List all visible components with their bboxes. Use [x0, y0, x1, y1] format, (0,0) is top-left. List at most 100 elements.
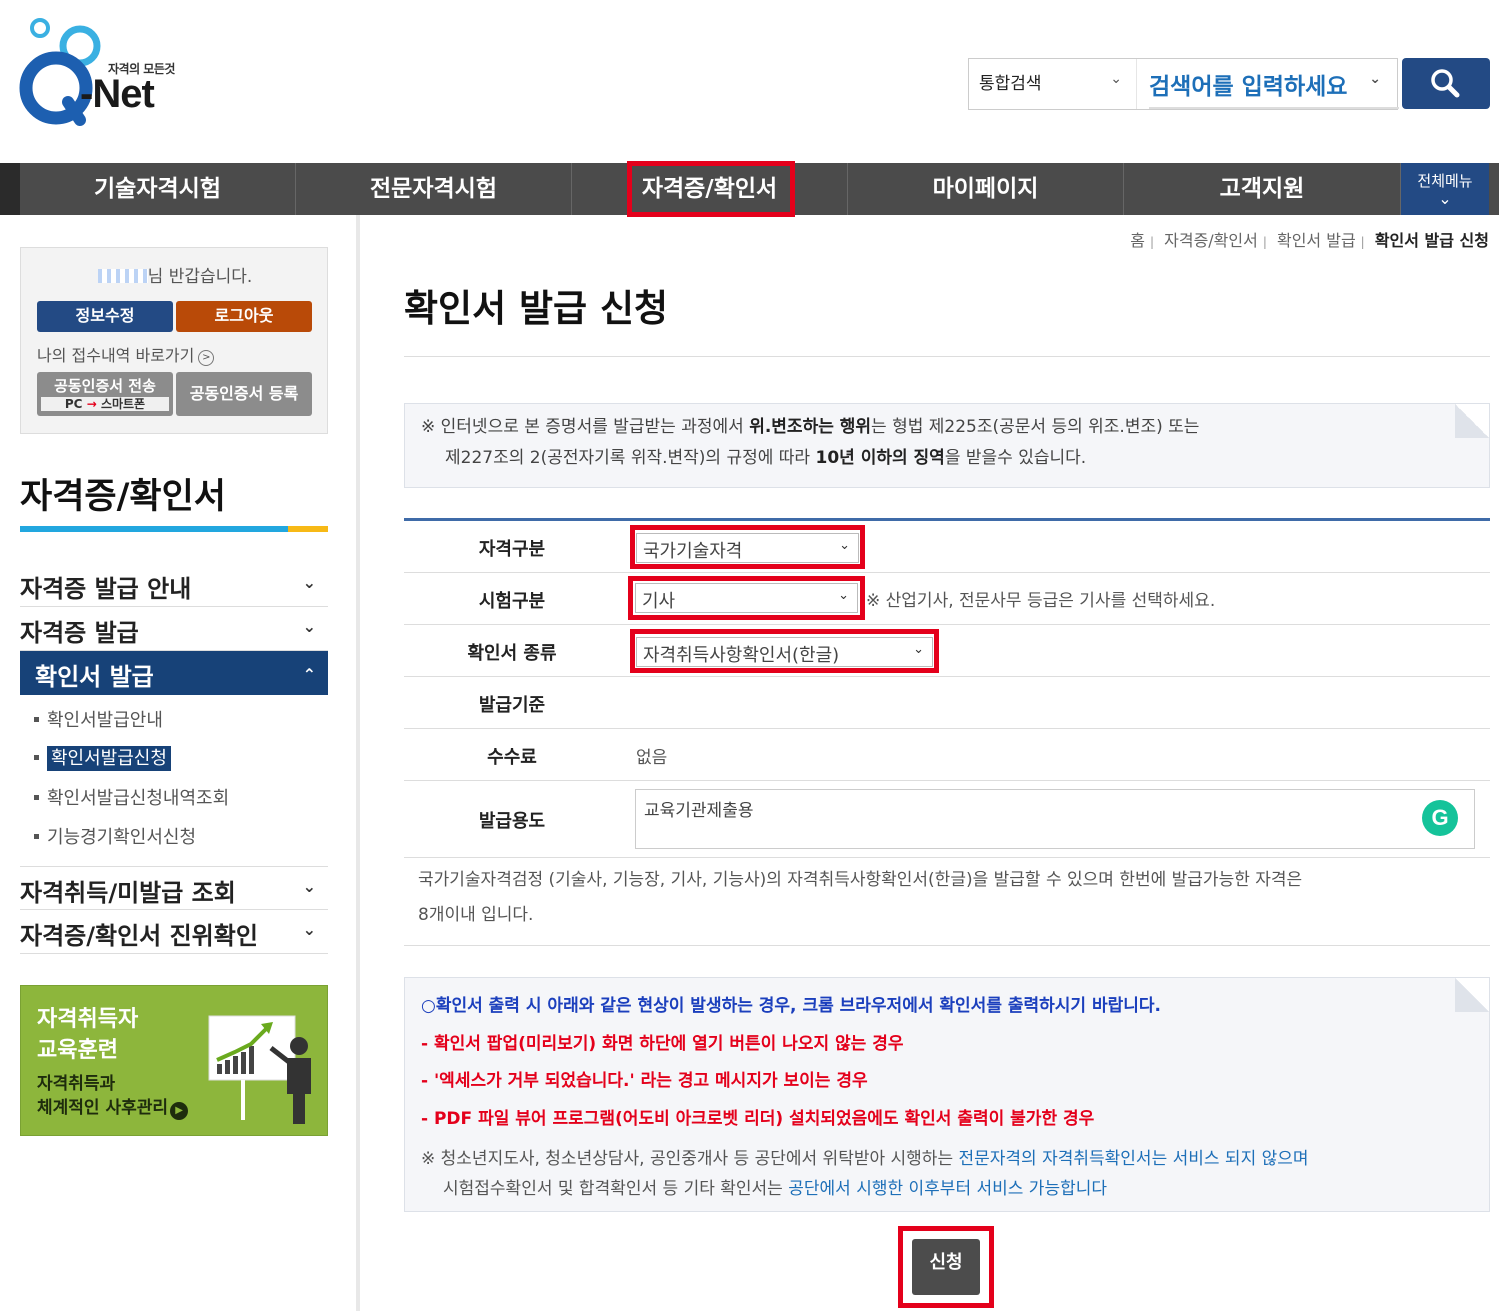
- user-name-redacted: [97, 269, 148, 283]
- nav-item-support[interactable]: 고객지원: [1124, 163, 1401, 215]
- print-notice-heading: ○확인서 출력 시 아래와 같은 현상이 발생하는 경우, 크롬 브라우저에서 …: [421, 996, 1162, 1016]
- cert-transfer-label: 공동인증서 전송: [54, 377, 156, 395]
- chevron-down-icon: ⌄: [302, 920, 316, 939]
- type-select[interactable]: 자격취득사항확인서(한글) ⌄: [636, 637, 933, 667]
- breadcrumb-home[interactable]: 홈: [1130, 231, 1145, 250]
- type-label: 확인서 종류: [467, 643, 557, 664]
- nav-item-mypage[interactable]: 마이페이지: [848, 163, 1124, 215]
- sidebar-divider: [356, 215, 360, 1311]
- search-icon: [1431, 69, 1460, 98]
- sidebar-item-authenticity[interactable]: 자격증/확인서 진위확인 ⌄: [20, 910, 328, 954]
- chevron-down-icon: ⌄: [302, 617, 316, 636]
- sidebar-item-label: 자격증 발급: [20, 619, 139, 647]
- nav-item-pro-exam[interactable]: 전문자격시험: [296, 163, 572, 215]
- service-note: ※ 청소년지도사, 청소년상담사, 공인중개사 등 공단에서 위탁받아 시행하는…: [421, 1149, 1309, 1199]
- arrow-right-icon: →: [86, 397, 97, 411]
- exam-label: 시험구분: [478, 591, 546, 612]
- cert-transfer-button[interactable]: 공동인증서 전송 PC → 스마트폰: [37, 372, 173, 416]
- breadcrumb-certificates[interactable]: 자격증/확인서: [1164, 231, 1258, 250]
- submenu-skill-contest[interactable]: 기능경기확인서신청: [34, 823, 196, 849]
- sidebar-item-acquisition-lookup[interactable]: 자격취득/미발급 조회 ⌄: [20, 866, 328, 910]
- search-scope-value: 통합검색: [979, 74, 1042, 94]
- banner-subtitle: 자격취득과 체계적인 사후관리 ▶: [37, 1072, 189, 1120]
- print-notice-item: - 확인서 팝업(미리보기) 화면 하단에 열기 버튼이 나오지 않는 경우: [421, 1033, 904, 1054]
- cert-register-button[interactable]: 공동인증서 등록: [176, 372, 312, 416]
- sidebar-item-label: 자격증/확인서 진위확인: [20, 922, 258, 950]
- banner-title: 자격취득자 교육훈련: [37, 1007, 139, 1063]
- main-nav: 기술자격시험 전문자격시험 자격증/확인서 마이페이지 고객지원 전체메뉴 ⌄: [0, 161, 1499, 217]
- sidebar-item-confirm-issue[interactable]: 확인서 발급 ⌃: [20, 651, 328, 695]
- basis-label: 발급기준: [478, 695, 546, 716]
- form-row-basis: 발급기준: [404, 677, 1490, 729]
- sidebar-title: 자격증/확인서: [20, 477, 226, 517]
- submit-button[interactable]: 신청: [912, 1239, 980, 1295]
- logout-button[interactable]: 로그아웃: [176, 301, 312, 332]
- user-box: 님 반갑습니다. 정보수정 로그아웃 나의 접수내역 바로가기 > 공동인증서 전…: [20, 247, 328, 434]
- presentation-board-icon: [208, 1015, 311, 1124]
- print-notice-item: - PDF 파일 뷰어 프로그램(어도비 아크로벳 리더) 설치되었음에도 확인…: [421, 1108, 1095, 1129]
- qnet-logo[interactable]: 자격의 모든것 -Net: [18, 16, 188, 131]
- nav-item-certificates[interactable]: 자격증/확인서: [572, 161, 848, 217]
- chevron-down-icon: ⌄: [1110, 71, 1122, 87]
- issue-description: 국가기술자격검정 (기술사, 기능장, 기사, 기능사)의 자격취득사항확인서(…: [404, 856, 1490, 946]
- print-notice: ○확인서 출력 시 아래와 같은 현상이 발생하는 경우, 크롬 브라우저에서 …: [404, 977, 1490, 1212]
- form-row-fee: 수수료 없음: [404, 729, 1490, 781]
- legal-notice: ※ 인터넷으로 본 증명서를 발급받는 과정에서 위.변조하는 행위는 형법 제…: [404, 403, 1490, 488]
- form-row-purpose: 발급용도 교육기관제출용 G: [404, 781, 1490, 858]
- chevron-down-icon: ⌄: [913, 642, 924, 657]
- search-placeholder: 검색어를 입력하세요: [1149, 74, 1348, 100]
- sidebar-item-cert-guide[interactable]: 자격증 발급 안내 ⌄: [20, 563, 328, 607]
- receipt-link[interactable]: 나의 접수내역 바로가기 >: [37, 342, 215, 366]
- all-menu-label: 전체메뉴: [1417, 172, 1473, 190]
- sidebar-item-label: 자격증 발급 안내: [20, 575, 192, 603]
- chevron-right-icon: >: [198, 350, 215, 366]
- chevron-down-icon: ⌄: [838, 588, 849, 603]
- page-title: 확인서 발급 신청: [404, 287, 669, 330]
- application-form: 자격구분 국가기술자격 ⌄ 시험구분 기사 ⌄ ※ 산업기사, 전문사무 등급은…: [404, 518, 1490, 858]
- sidebar-title-underline: [20, 526, 328, 532]
- nav-item-tech-exam[interactable]: 기술자격시험: [20, 163, 296, 215]
- submenu-confirm-apply[interactable]: 확인서발급신청: [34, 744, 171, 771]
- chevron-down-icon: ⌄: [302, 573, 316, 592]
- print-notice-item: - '엑세스가 거부 되었습니다.' 라는 경고 메시지가 보이는 경우: [421, 1071, 868, 1091]
- fee-value: 없음: [636, 748, 668, 768]
- sidebar-item-cert-issue[interactable]: 자격증 발급 ⌄: [20, 607, 328, 651]
- logo-wordmark: -Net: [80, 72, 155, 116]
- submenu-confirm-guide[interactable]: 확인서발급안내: [34, 706, 163, 732]
- qualification-label: 자격구분: [478, 539, 546, 560]
- form-row-type: 확인서 종류 자격취득사항확인서(한글) ⌄: [404, 625, 1490, 677]
- grammarly-icon[interactable]: G: [1422, 800, 1458, 836]
- receipt-link-label: 나의 접수내역 바로가기: [37, 346, 195, 365]
- edit-info-button[interactable]: 정보수정: [37, 301, 173, 332]
- breadcrumb-issue[interactable]: 확인서 발급: [1277, 231, 1356, 250]
- chevron-up-icon: ⌃: [302, 665, 316, 684]
- breadcrumb-current: 확인서 발급 신청: [1374, 231, 1489, 250]
- title-divider: [404, 356, 1490, 357]
- submenu-confirm-history[interactable]: 확인서발급신청내역조회: [34, 784, 229, 810]
- purpose-textarea[interactable]: 교육기관제출용 G: [635, 789, 1475, 849]
- exam-select[interactable]: 기사 ⌄: [635, 583, 858, 613]
- qualification-select[interactable]: 국가기술자격 ⌄: [636, 533, 859, 563]
- nav-left-strip: [0, 163, 20, 215]
- play-circle-icon: ▶: [170, 1102, 189, 1120]
- all-menu-button[interactable]: 전체메뉴 ⌄: [1401, 163, 1489, 215]
- page-fold-icon: [1455, 404, 1489, 438]
- chevron-down-icon: ⌄: [1369, 71, 1381, 87]
- user-greeting: 님 반갑습니다.: [21, 262, 329, 287]
- form-row-qualification: 자격구분 국가기술자격 ⌄: [404, 521, 1490, 573]
- search-bar: 통합검색 ⌄ 검색어를 입력하세요 ⌄: [968, 58, 1399, 110]
- search-scope-select[interactable]: 통합검색 ⌄: [969, 59, 1137, 109]
- page: 자격의 모든것 -Net 통합검색 ⌄ 검색어를 입력하세요 ⌄ 기술자격시험 …: [0, 0, 1499, 1311]
- exam-select-value: 기사: [642, 591, 676, 612]
- qualification-select-value: 국가기술자격: [643, 541, 743, 562]
- sidebar-item-label: 자격취득/미발급 조회: [20, 879, 236, 907]
- purpose-label: 발급용도: [478, 811, 546, 832]
- search-input[interactable]: 검색어를 입력하세요 ⌄: [1149, 59, 1399, 109]
- chevron-down-icon: ⌄: [1438, 189, 1452, 208]
- education-banner[interactable]: 자격취득자 교육훈련 자격취득과 체계적인 사후관리 ▶: [20, 985, 328, 1136]
- search-button[interactable]: [1402, 58, 1490, 109]
- sidebar-item-label: 확인서 발급: [35, 663, 154, 691]
- exam-hint: ※ 산업기사, 전문사무 등급은 기사를 선택하세요.: [866, 591, 1216, 611]
- page-fold-icon: [1455, 978, 1489, 1012]
- chevron-down-icon: ⌄: [302, 877, 316, 896]
